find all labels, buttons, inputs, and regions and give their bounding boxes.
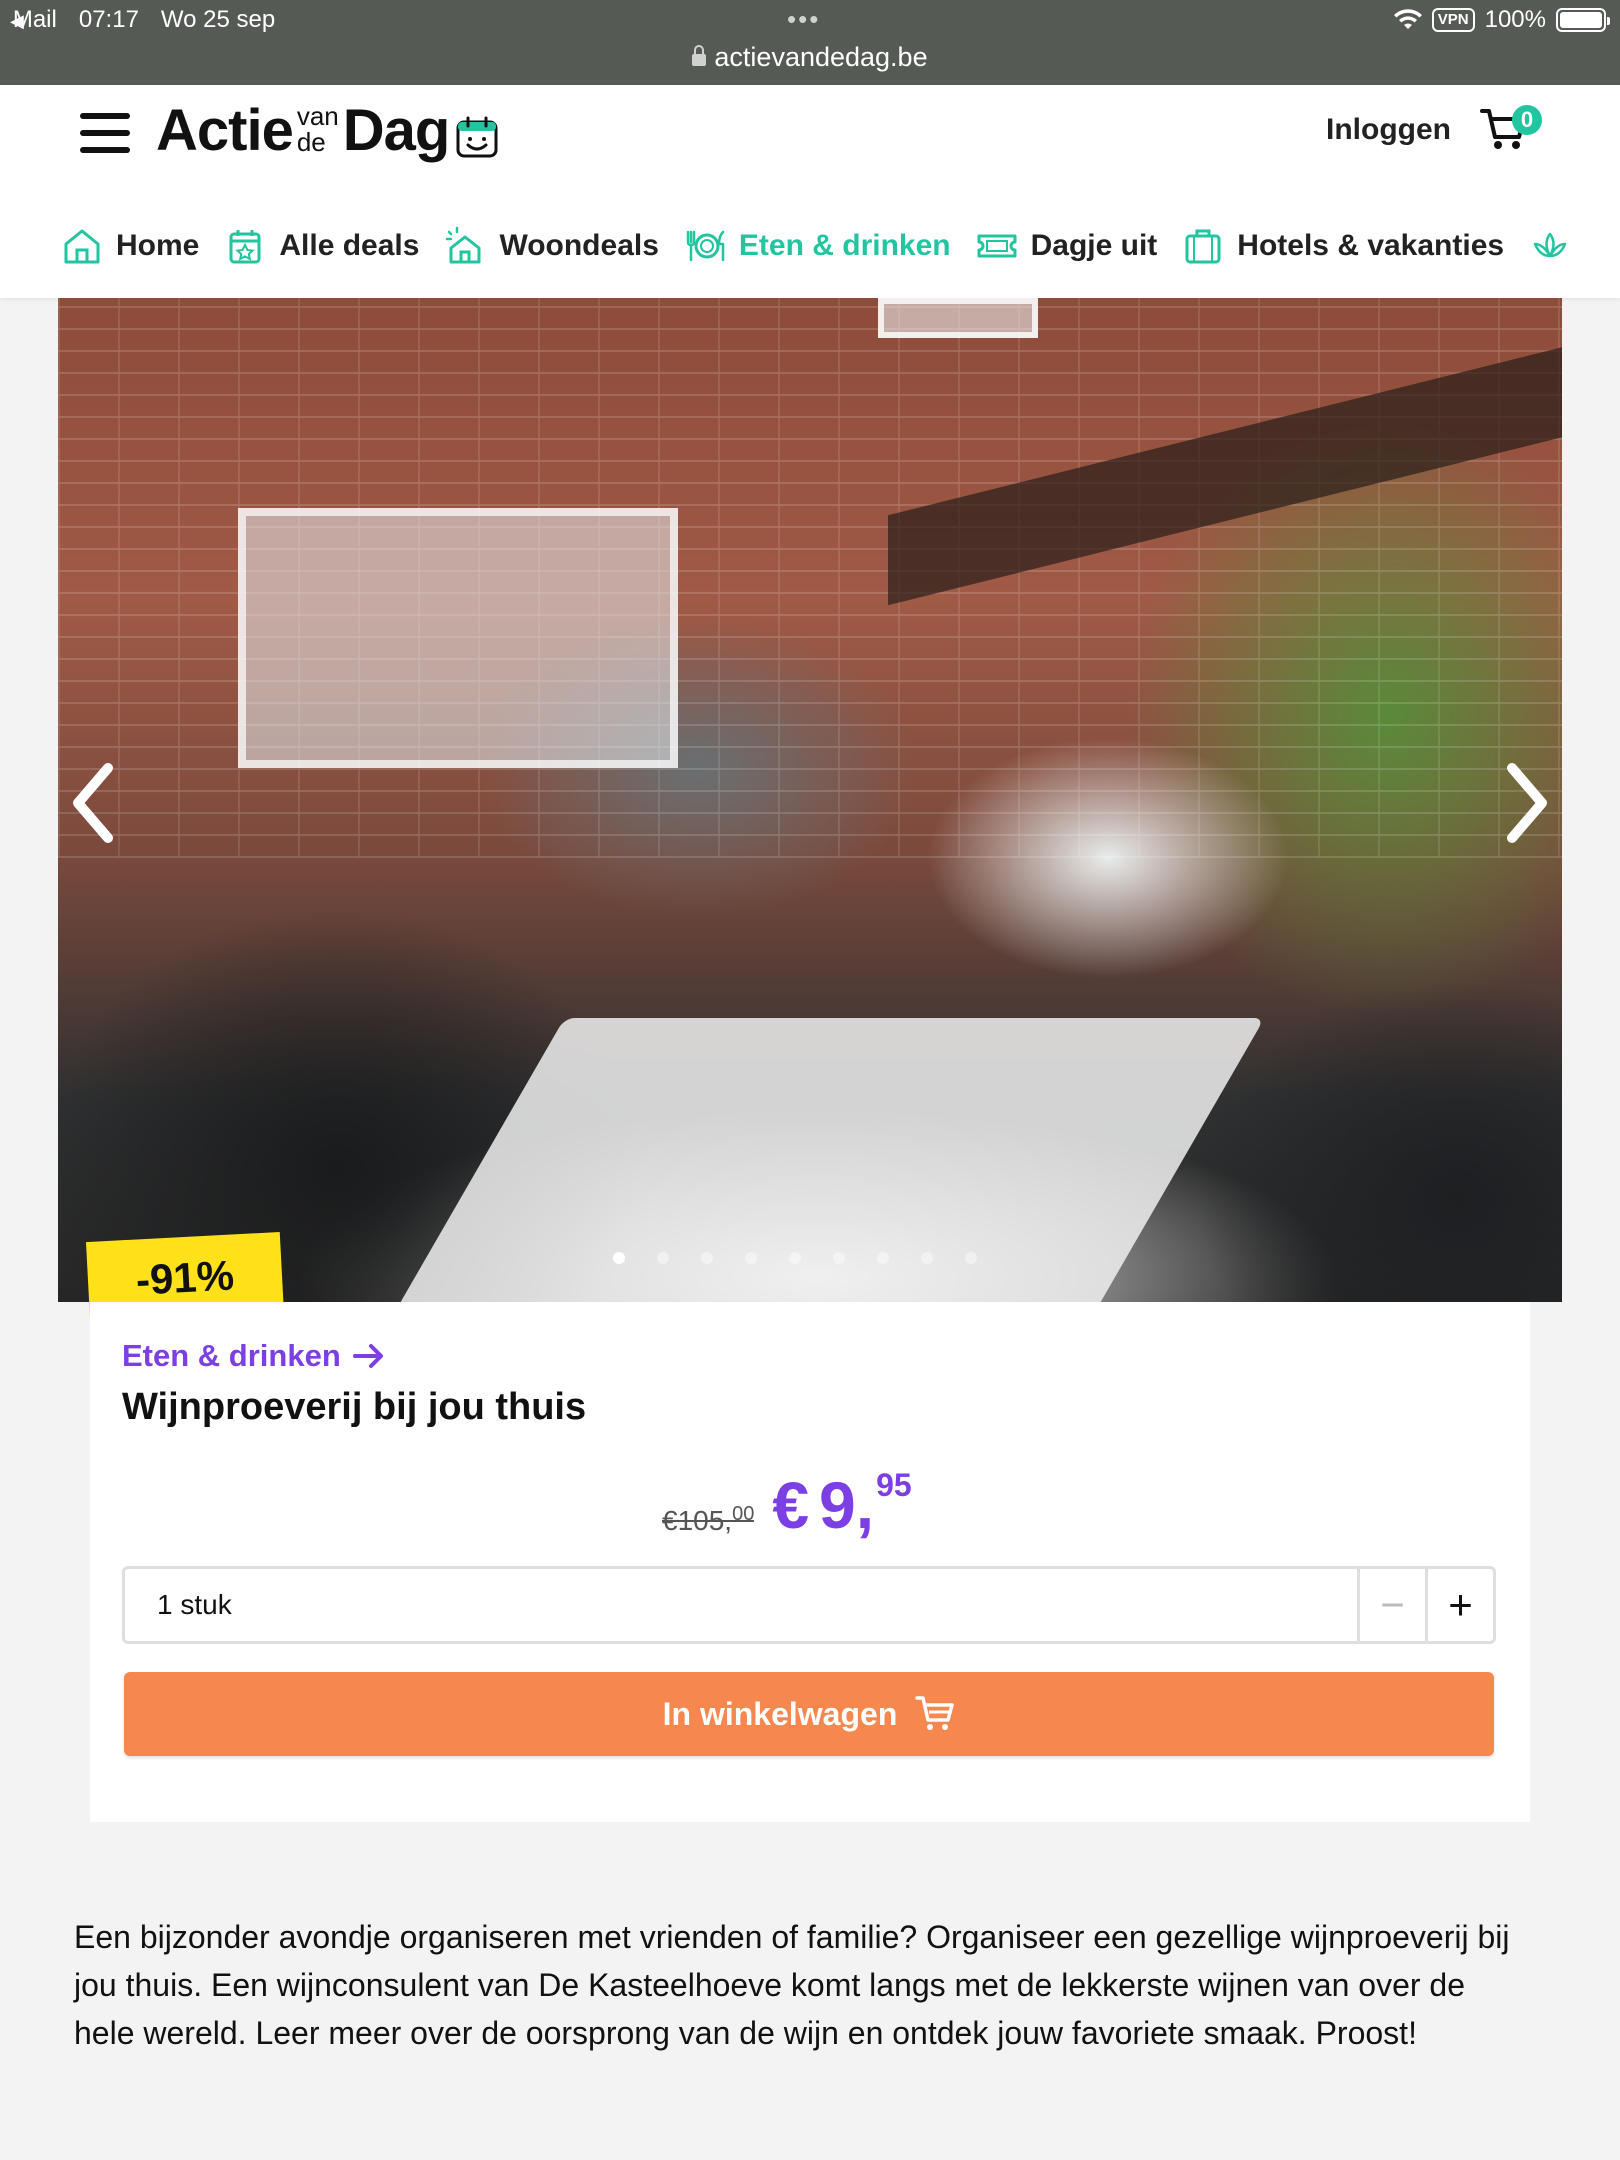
home-icon <box>64 229 100 264</box>
vpn-badge: VPN <box>1431 8 1475 32</box>
back-app-label: Mail <box>12 6 57 33</box>
carousel-dot[interactable] <box>965 1252 977 1264</box>
status-left: ◀ Mail 07:17 Wo 25 sep <box>10 6 275 34</box>
nav-label: Hotels & vakanties <box>1237 229 1505 262</box>
lock-icon <box>692 45 707 66</box>
nav-item-hotels-vakanties[interactable]: Hotels & vakanties <box>1181 224 1504 268</box>
hamburger-menu-icon[interactable] <box>80 113 130 153</box>
carousel-dot[interactable] <box>921 1252 933 1264</box>
nav-label: Woondeals <box>499 229 659 262</box>
price-block: €105,00 € 9, 95 <box>662 1465 912 1545</box>
carousel-dots <box>613 1252 977 1264</box>
nav-item-dagje-uit[interactable]: Dagje uit <box>975 224 1158 268</box>
multitask-dots-icon[interactable]: ••• <box>787 4 820 35</box>
site-logo[interactable]: Actie van de Dag <box>156 101 499 161</box>
nav-label: Alle deals <box>279 229 420 262</box>
logo-de: de <box>296 127 326 157</box>
cart-count-badge: 0 <box>1512 105 1542 135</box>
battery-percent: 100% <box>1484 6 1546 33</box>
arrow-right-icon <box>352 1344 383 1368</box>
price-int: 9, <box>819 1468 875 1542</box>
cart-icon <box>915 1696 955 1730</box>
nav-label: Eten & drinken <box>738 229 951 262</box>
carousel-dot[interactable] <box>877 1252 889 1264</box>
carousel-dot[interactable] <box>745 1252 757 1264</box>
nav-label: Dagje uit <box>1030 229 1158 262</box>
back-to-app[interactable]: ◀ Mail <box>10 6 57 34</box>
url-text: actievandedag.be <box>714 42 928 72</box>
add-to-cart-button[interactable]: In winkelwagen <box>124 1672 1494 1756</box>
calendar-smile-icon <box>456 116 498 158</box>
carousel-dot[interactable] <box>657 1252 669 1264</box>
nav-item-wellness[interactable] <box>1528 224 1584 268</box>
category-label: Eten & drinken <box>122 1338 341 1373</box>
ios-status-bar: ◀ Mail 07:17 Wo 25 sep ••• VPN 100% acti… <box>0 0 1620 85</box>
price-dec: 95 <box>876 1467 912 1503</box>
status-date: Wo 25 sep <box>160 6 276 33</box>
quantity-stepper: 1 stuk − + <box>122 1566 1496 1644</box>
logo-small-words: van de <box>297 103 339 155</box>
quantity-decrease-button[interactable]: − <box>1357 1569 1425 1641</box>
cart-button[interactable]: 0 <box>1480 105 1542 157</box>
cutlery-plate-icon <box>686 230 725 262</box>
status-right: VPN 100% <box>1393 6 1610 34</box>
nav-item-woondeals[interactable]: Woondeals <box>443 224 659 268</box>
category-link[interactable]: Eten & drinken <box>122 1338 387 1374</box>
product-card: Eten & drinken Wijnproeverij bij jou thu… <box>90 1302 1530 1822</box>
photo-window-top <box>878 298 1038 338</box>
calendar-star-icon <box>229 230 261 264</box>
old-price: €105,00 <box>662 1503 755 1537</box>
product-title: Wijnproeverij bij jou thuis <box>122 1386 587 1428</box>
ticket-icon <box>977 234 1017 258</box>
new-price: € 9, 95 <box>772 1465 911 1545</box>
carousel-dot[interactable] <box>833 1252 845 1264</box>
status-time: 07:17 <box>78 6 139 33</box>
wifi-icon <box>1393 9 1422 29</box>
quantity-value[interactable]: 1 stuk <box>125 1569 1357 1641</box>
battery-icon <box>1556 8 1610 32</box>
product-image-carousel[interactable] <box>58 298 1562 1302</box>
product-description: Een bijzonder avondje organiseren met vr… <box>74 1919 1510 2051</box>
nav-item-alle-deals[interactable]: Alle deals <box>223 224 419 268</box>
carousel-next-arrow-icon[interactable] <box>1496 758 1556 848</box>
address-bar[interactable]: actievandedag.be <box>0 42 1620 73</box>
old-price-dec: 00 <box>732 1503 755 1525</box>
nav-label: Home <box>116 229 200 262</box>
lotus-icon <box>1533 232 1567 258</box>
nav-item-eten-drinken[interactable]: Eten & drinken <box>683 224 951 268</box>
carousel-dot[interactable] <box>613 1252 625 1264</box>
login-link[interactable]: Inloggen <box>1326 113 1451 147</box>
nav-item-home[interactable]: Home <box>60 224 199 268</box>
site-header: Actie van de Dag Inloggen 0 Home Alle de… <box>0 85 1620 298</box>
photo-window <box>238 508 678 768</box>
add-to-cart-label: In winkelwagen <box>662 1695 898 1732</box>
category-nav: Home Alle deals Woondeals Eten & drinken… <box>60 222 1608 270</box>
carousel-dot[interactable] <box>789 1252 801 1264</box>
logo-word-dag: Dag <box>342 98 451 163</box>
logo-word-actie: Actie <box>156 98 294 163</box>
price-currency: € <box>772 1468 810 1542</box>
old-price-int: €105, <box>662 1505 733 1536</box>
carousel-prev-arrow-icon[interactable] <box>64 758 124 848</box>
logo-van: van <box>296 101 339 131</box>
carousel-dot[interactable] <box>701 1252 713 1264</box>
suitcase-icon <box>1185 229 1221 264</box>
quantity-increase-button[interactable]: + <box>1425 1569 1493 1641</box>
house-sparkle-icon <box>446 226 481 264</box>
